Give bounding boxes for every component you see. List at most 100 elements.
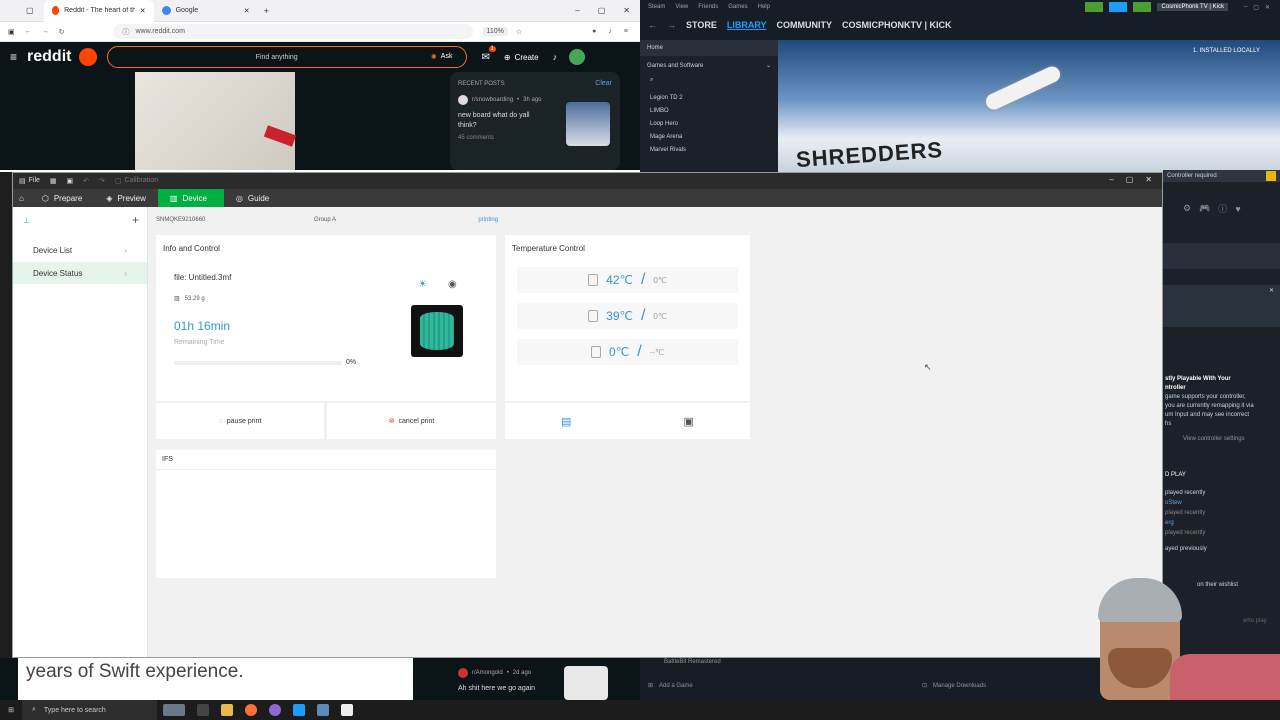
library-search-icon[interactable]: ⌕	[640, 75, 778, 86]
redo-icon[interactable]: ↷	[99, 177, 105, 185]
app-menu-icon[interactable]: ▦	[50, 177, 57, 185]
chamber-temp-row[interactable]: 0℃ / --℃	[517, 339, 738, 365]
account-menu[interactable]: CosmicPhonk TV | Kick	[1157, 3, 1228, 11]
sidebar-item-device-list[interactable]: Device List ›	[13, 239, 147, 261]
menu-help[interactable]: Help	[758, 4, 770, 10]
calibration-menu[interactable]: ▢ Calibration	[115, 177, 158, 185]
maximize-icon[interactable]: ▢	[1253, 4, 1259, 11]
ask-button[interactable]: ✺ Ask	[431, 53, 453, 61]
home-icon[interactable]: ⌂	[13, 194, 30, 203]
heart-icon[interactable]: ♥	[1235, 204, 1240, 214]
url-field[interactable]: ⓘ www.reddit.com	[112, 24, 473, 39]
menu-icon[interactable]: ≡	[624, 28, 628, 35]
reddit-logo[interactable]: reddit	[27, 48, 71, 66]
nozzle-temp-row[interactable]: 42℃/ 0℃	[517, 267, 738, 293]
obs-icon[interactable]	[269, 704, 281, 716]
game-item[interactable]: Mage Arena	[650, 131, 768, 144]
reddit-avatar-icon[interactable]	[79, 48, 98, 66]
browser-tab-google[interactable]: Google ✕	[154, 0, 258, 22]
bed-temp-row[interactable]: 39℃/ 0℃	[517, 303, 738, 329]
post-media-image[interactable]	[135, 72, 295, 170]
add-game-button[interactable]: ⊞ Add a Game	[648, 682, 693, 690]
maximize-icon[interactable]: ▢	[1126, 175, 1134, 184]
maximize-icon[interactable]: ▢	[598, 6, 606, 15]
reload-icon[interactable]: ↻	[59, 28, 65, 36]
create-button[interactable]: ⊕ Create	[504, 53, 539, 62]
file-explorer-icon[interactable]	[221, 704, 233, 716]
camera-settings-icon[interactable]: ▣	[684, 415, 694, 428]
manage-downloads-button[interactable]: ⊡ Manage Downloads	[922, 682, 986, 690]
menu-view[interactable]: View	[675, 4, 688, 10]
cancel-print-button[interactable]: ⊗ cancel print	[327, 403, 496, 439]
reddit-search-input[interactable]: Find anything ✺ Ask	[107, 46, 468, 68]
nav-profile[interactable]: COSMICPHONKTV | KICK	[842, 20, 952, 30]
tab-preview[interactable]: ◈ Preview	[94, 189, 158, 207]
close-icon[interactable]: ✕	[244, 7, 250, 15]
new-tab-icon[interactable]: +	[264, 6, 269, 16]
forward-icon[interactable]: →	[42, 28, 49, 35]
undo-icon[interactable]: ↶	[83, 177, 89, 185]
user-avatar[interactable]	[569, 49, 586, 65]
task-view-icon[interactable]	[163, 704, 185, 716]
zoom-level[interactable]: 110%	[482, 27, 508, 36]
start-icon[interactable]: ⊞	[0, 706, 22, 714]
menu-friends[interactable]: Friends	[698, 4, 718, 10]
site-info-icon[interactable]: ⓘ	[123, 27, 130, 37]
menu-steam[interactable]: Steam	[648, 4, 665, 10]
close-icon[interactable]: ✕	[1269, 287, 1274, 294]
tab-device[interactable]: ▥ Device	[157, 189, 224, 207]
game-item[interactable]: LIMBO	[650, 105, 768, 118]
slicer-app-icon[interactable]	[341, 704, 353, 716]
game-item[interactable]: Marvel Rivals	[650, 144, 768, 157]
post-subreddit[interactable]: r/Amongold	[472, 670, 503, 676]
post-thumbnail[interactable]	[564, 666, 608, 700]
clear-button[interactable]: Clear	[595, 80, 612, 87]
game-item[interactable]: Legion TD 2	[650, 92, 768, 105]
bookmark-star-icon[interactable]: ☆	[516, 28, 522, 36]
sidebar-item-device-status[interactable]: Device Status ›	[13, 262, 147, 284]
game-item[interactable]: BattleBit Remastered	[664, 659, 721, 665]
light-icon[interactable]: ☀	[418, 279, 427, 290]
post-title[interactable]: Ah shit here we go again	[458, 685, 535, 692]
browser-tab-reddit[interactable]: Reddit - The heart of the intern ✕	[43, 0, 154, 22]
nozzle-target-temp[interactable]: 0℃	[653, 276, 666, 285]
chat-icon[interactable]: ✉ 1	[481, 45, 496, 63]
back-icon[interactable]: ←	[648, 20, 657, 30]
firefox-icon[interactable]	[245, 704, 257, 716]
taskbar-search[interactable]: ⌕ Type here to search	[22, 700, 157, 720]
pause-print-button[interactable]: ◌ pause print	[156, 403, 324, 439]
extension-icon[interactable]: ●	[592, 28, 596, 35]
chamber-target-temp[interactable]: --℃	[650, 348, 664, 357]
bed-target-temp[interactable]: 0℃	[653, 312, 666, 321]
post-thumbnail[interactable]	[566, 102, 610, 146]
close-window-icon[interactable]: ✕	[623, 6, 630, 15]
sidebar-toggle-icon[interactable]: ▢	[26, 6, 34, 15]
steam-icon[interactable]	[293, 704, 305, 716]
print-options-icon[interactable]: ▤	[561, 415, 571, 428]
library-filter[interactable]: Games and Software ⌄	[640, 56, 778, 75]
controller-settings-icon[interactable]: 🎮	[1199, 203, 1210, 214]
hamburger-icon[interactable]: ≡	[10, 50, 17, 64]
notification-icon[interactable]	[1133, 2, 1152, 12]
minimize-icon[interactable]: –	[1109, 175, 1113, 184]
post-subreddit[interactable]: r/snowboarding	[472, 97, 513, 103]
audio-icon[interactable]: ♪	[608, 28, 612, 35]
minimize-icon[interactable]: –	[575, 6, 579, 15]
forward-icon[interactable]: →	[667, 20, 676, 30]
save-icon[interactable]: ▣	[67, 177, 74, 185]
library-home[interactable]: Home	[640, 40, 778, 56]
tab-guide[interactable]: ◎ Guide	[224, 189, 281, 207]
printer-icon[interactable]: ⊥	[23, 216, 30, 225]
photos-icon[interactable]	[317, 704, 329, 716]
workspaces-icon[interactable]: ▣	[8, 28, 15, 36]
nav-store[interactable]: STORE	[686, 20, 717, 30]
nav-library[interactable]: LIBRARY	[727, 20, 767, 30]
gear-icon[interactable]: ⚙	[1183, 203, 1191, 214]
add-device-icon[interactable]: +	[132, 213, 139, 227]
close-icon[interactable]: ✕	[140, 7, 146, 15]
nav-community[interactable]: COMMUNITY	[777, 20, 833, 30]
file-menu[interactable]: ▤ File	[19, 177, 40, 185]
friend-name[interactable]: oStew	[1165, 498, 1280, 508]
camera-icon[interactable]: ◉	[448, 279, 457, 290]
bell-icon[interactable]: ♪	[553, 52, 558, 62]
